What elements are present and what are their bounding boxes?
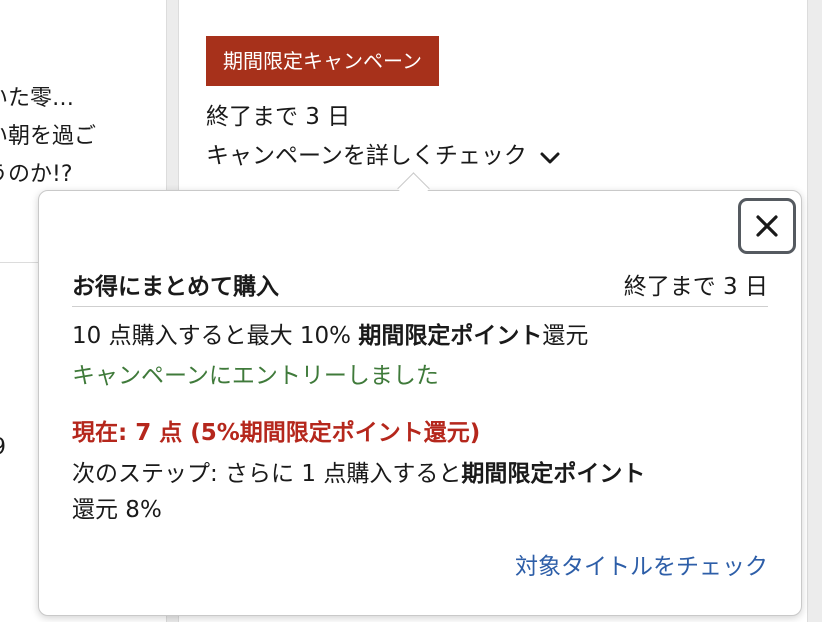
campaign-details-toggle[interactable]: キャンペーンを詳しくチェック	[206, 139, 561, 173]
campaign-badge: 期間限定キャンペーン	[206, 36, 439, 86]
offer-point-label: 期間限定ポイント	[358, 323, 543, 349]
title-description-snippet: いた零… い朝を過ご うのか!?	[0, 80, 166, 194]
popover-title: お得にまとめて購入	[72, 274, 279, 300]
chevron-down-icon	[540, 152, 560, 164]
campaign-details-label: キャンペーンを詳しくチェック	[206, 143, 527, 169]
next-step-suffix: 還元 8%	[72, 497, 162, 523]
popover-divider	[72, 306, 768, 307]
close-button[interactable]	[738, 198, 796, 254]
offer-description: 10 点購入すると最大 10% 期間限定ポイント還元	[72, 319, 588, 353]
current-status: 現在: 7 点 (5%期間限定ポイント還元)	[72, 420, 481, 446]
next-step-prefix: 次のステップ: さらに 1 点購入すると	[72, 461, 462, 487]
entry-status: キャンペーンにエントリーしました	[72, 363, 439, 389]
snippet-line: うのか!?	[0, 162, 73, 187]
offer-suffix: 還元	[542, 323, 589, 349]
campaign-days-left: 終了まで 3 日	[206, 104, 351, 130]
snippet-line: いた零…	[0, 86, 75, 111]
offer-prefix: 10 点購入すると最大 10%	[72, 323, 359, 349]
next-step-description: 次のステップ: さらに 1 点購入すると期間限定ポイント還元 8%	[72, 456, 772, 528]
partial-price-digit: 9	[0, 435, 6, 460]
popover-days-left: 終了まで 3 日	[623, 274, 768, 300]
close-icon	[756, 215, 778, 237]
next-step-point-label: 期間限定ポイント	[461, 461, 646, 487]
snippet-line: い朝を過ご	[0, 124, 97, 149]
target-titles-link[interactable]: 対象タイトルをチェック	[515, 550, 768, 584]
